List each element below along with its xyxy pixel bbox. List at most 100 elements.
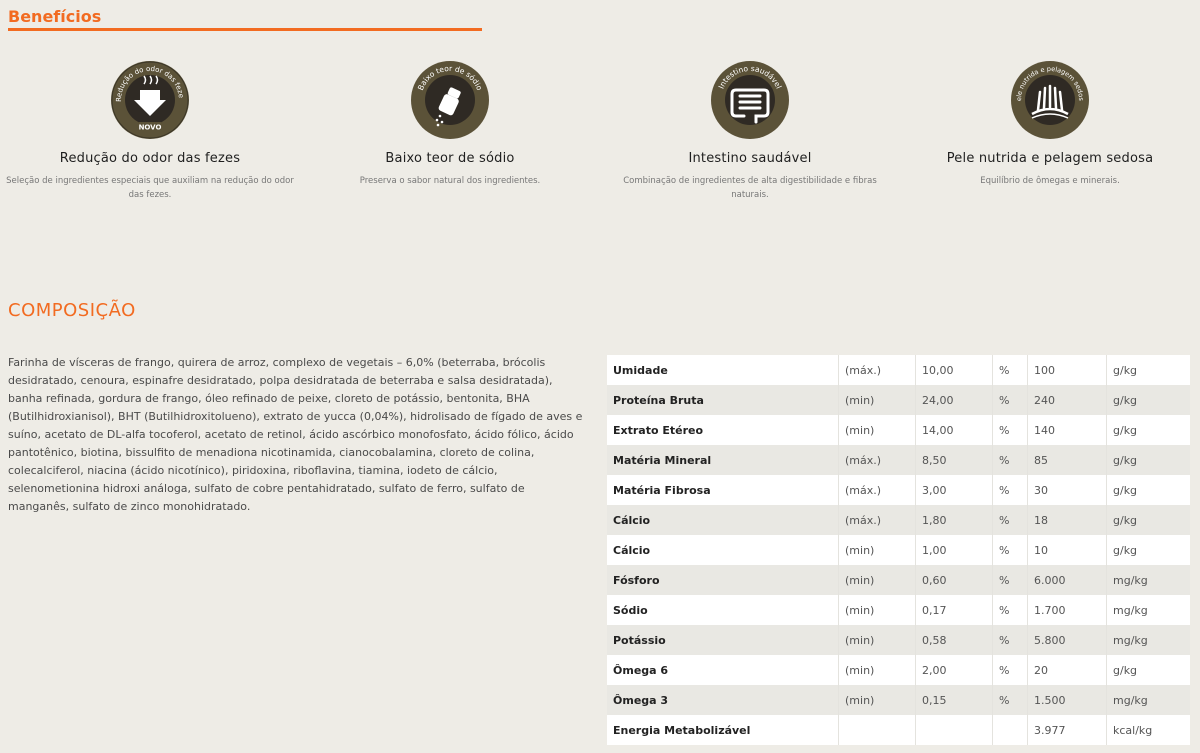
nutrient-name: Extrato Etéreo [607, 415, 839, 445]
composition-text: Farinha de vísceras de frango, quirera d… [8, 356, 583, 513]
percent-symbol: % [992, 685, 1028, 715]
amount-unit: g/kg [1106, 505, 1190, 535]
percent-symbol: % [992, 595, 1028, 625]
limit-type: (min) [838, 415, 916, 445]
skin-hair-icon: Pele nutrida e pelagem sedosa [1010, 60, 1089, 139]
percent-symbol [992, 715, 1028, 745]
limit-type: (min) [838, 535, 916, 565]
nutrient-name: Ômega 3 [607, 685, 839, 715]
amount-unit: g/kg [1106, 355, 1190, 385]
benefit-description: Seleção de ingredientes especiais que au… [6, 176, 294, 200]
percent-symbol: % [992, 535, 1028, 565]
limit-type: (min) [838, 655, 916, 685]
percent-value: 14,00 [915, 415, 993, 445]
percent-value [915, 715, 993, 745]
percent-value: 1,00 [915, 535, 993, 565]
amount-value: 3.977 [1027, 715, 1107, 745]
table-row: Umidade (máx.) 10,00% 100 g/kg [607, 355, 1190, 385]
percent-value: 24,00 [915, 385, 993, 415]
percent-symbol: % [992, 655, 1028, 685]
benefit-item: Pele nutrida e pelagem sedosa Pele nutri… [900, 60, 1200, 188]
amount-value: 240 [1027, 385, 1107, 415]
amount-unit: g/kg [1106, 535, 1190, 565]
amount-unit: kcal/kg [1106, 715, 1190, 745]
benefit-title: Baixo teor de sódio [385, 151, 515, 166]
nutrient-name: Matéria Mineral [607, 445, 839, 475]
percent-symbol: % [992, 415, 1028, 445]
amount-unit: g/kg [1106, 415, 1190, 445]
amount-value: 85 [1027, 445, 1107, 475]
nutrient-name: Cálcio [607, 535, 839, 565]
amount-unit: g/kg [1106, 475, 1190, 505]
amount-unit: mg/kg [1106, 685, 1190, 715]
amount-value: 100 [1027, 355, 1107, 385]
limit-type: (máx.) [838, 445, 916, 475]
benefit-description: Preserva o sabor natural dos ingrediente… [359, 176, 541, 186]
percent-value: 3,00 [915, 475, 993, 505]
percent-value: 10,00 [915, 355, 993, 385]
table-row: Fósforo (min) 0,60% 6.000 mg/kg [607, 565, 1190, 595]
composicao-heading: COMPOSIÇÃO [8, 300, 136, 321]
limit-type [838, 715, 916, 745]
limit-type: (máx.) [838, 505, 916, 535]
percent-value: 0,15 [915, 685, 993, 715]
benefit-item: Redução do odor das fezes NOVO Redução d… [0, 60, 300, 202]
percent-symbol: % [992, 355, 1028, 385]
amount-value: 1.700 [1027, 595, 1107, 625]
table-row: Matéria Mineral (máx.) 8,50% 85 g/kg [607, 445, 1190, 475]
limit-type: (min) [838, 625, 916, 655]
nutrient-name: Ômega 6 [607, 655, 839, 685]
nutrient-name: Fósforo [607, 565, 839, 595]
intestine-icon: Intestino saudável [711, 61, 789, 139]
limit-type: (máx.) [838, 475, 916, 505]
percent-symbol: % [992, 445, 1028, 475]
table-row: Potássio (min) 0,58% 5.800 mg/kg [607, 625, 1190, 655]
product-page: Benefícios Redução do odor das fezes NOV… [0, 0, 1200, 753]
table-row: Matéria Fibrosa (máx.) 3,00% 30 g/kg [607, 475, 1190, 505]
table-row: Cálcio (min) 1,00% 10 g/kg [607, 535, 1190, 565]
limit-type: (máx.) [838, 355, 916, 385]
nutrient-name: Proteína Bruta [607, 385, 839, 415]
limit-type: (min) [838, 595, 916, 625]
nutrition-table: Umidade (máx.) 10,00% 100 g/kg Proteína Bruta… [607, 355, 1190, 745]
percent-value: 0,17 [915, 595, 993, 625]
table-row: Ômega 3 (min) 0,15% 1.500 mg/kg [607, 685, 1190, 715]
nutrient-name: Cálcio [607, 505, 839, 535]
amount-value: 5.800 [1027, 625, 1107, 655]
nutrient-name: Energia Metabolizável [607, 715, 839, 745]
benefit-description: Combinação de ingredientes de alta diges… [623, 176, 877, 200]
beneficios-underline [8, 28, 482, 31]
salt-shaker-icon: Baixo teor de sódio [411, 61, 489, 139]
novo-badge: NOVO [139, 124, 162, 132]
percent-symbol: % [992, 565, 1028, 595]
amount-unit: mg/kg [1106, 595, 1190, 625]
table-row: Energia Metabolizável 3.977 kcal/kg [607, 715, 1190, 745]
limit-type: (min) [838, 565, 916, 595]
percent-value: 8,50 [915, 445, 993, 475]
percent-symbol: % [992, 625, 1028, 655]
table-row: Proteína Bruta (min) 24,00% 240 g/kg [607, 385, 1190, 415]
percent-value: 1,80 [915, 505, 993, 535]
benefit-title: Redução do odor das fezes [59, 151, 241, 166]
nutrient-name: Potássio [607, 625, 839, 655]
amount-value: 6.000 [1027, 565, 1107, 595]
percent-value: 0,60 [915, 565, 993, 595]
benefit-description: Equilíbrio de ômegas e minerais. [980, 176, 1120, 186]
table-row: Ômega 6 (min) 2,00% 20 g/kg [607, 655, 1190, 685]
benefit-title: Intestino saudável [688, 151, 812, 166]
amount-unit: g/kg [1106, 385, 1190, 415]
nutrient-name: Matéria Fibrosa [607, 475, 839, 505]
percent-value: 2,00 [915, 655, 993, 685]
beneficios-heading: Benefícios [8, 7, 102, 26]
amount-value: 20 [1027, 655, 1107, 685]
benefit-item: Intestino saudável Intestino saudável Co… [600, 60, 900, 202]
amount-value: 10 [1027, 535, 1107, 565]
amount-unit: mg/kg [1106, 625, 1190, 655]
nutrient-name: Umidade [607, 355, 839, 385]
amount-value: 1.500 [1027, 685, 1107, 715]
limit-type: (min) [838, 685, 916, 715]
table-row: Cálcio (máx.) 1,80% 18 g/kg [607, 505, 1190, 535]
benefit-title: Pele nutrida e pelagem sedosa [946, 151, 1154, 166]
amount-unit: g/kg [1106, 655, 1190, 685]
percent-value: 0,58 [915, 625, 993, 655]
